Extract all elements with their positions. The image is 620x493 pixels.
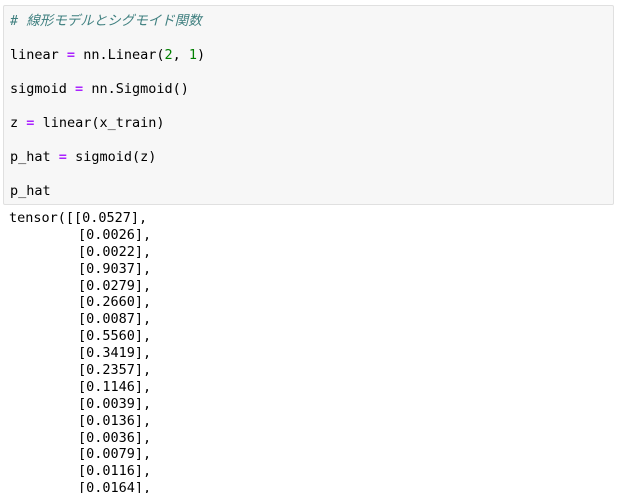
tensor-value: [0.0079], bbox=[78, 446, 152, 463]
output-line: [0.1146], bbox=[9, 379, 609, 396]
output-line: [0.2357], bbox=[9, 362, 609, 379]
tensor-value: [0.2660], bbox=[78, 294, 152, 311]
tensor-value: [0.1146], bbox=[78, 378, 152, 395]
call-sigmoid-z: sigmoid(z) bbox=[75, 149, 157, 165]
variable-p-hat: p_hat bbox=[10, 149, 51, 165]
output-line: [0.0039], bbox=[9, 396, 609, 413]
call-linear: nn.Linear( bbox=[83, 47, 165, 63]
variable-z: z bbox=[10, 115, 19, 131]
output-line: [0.9037], bbox=[9, 261, 609, 278]
tensor-value: [0.0036], bbox=[78, 429, 152, 446]
tensor-value: [0.9037], bbox=[78, 260, 152, 277]
tensor-value: [0.0279], bbox=[78, 277, 152, 294]
arg-out-features: 1 bbox=[188, 47, 198, 63]
tensor-value: [0.2357], bbox=[78, 362, 152, 379]
tensor-value: [0.0116], bbox=[78, 463, 152, 480]
code-line-linear: linear = nn.Linear(2, 1) bbox=[10, 47, 613, 64]
assign-operator: = bbox=[58, 149, 67, 165]
variable-linear: linear bbox=[10, 47, 59, 63]
code-comment: # 線形モデルとシグモイド関数 bbox=[10, 13, 613, 30]
output-line: [0.0026], bbox=[9, 227, 609, 244]
code-line-p-hat: p_hat = sigmoid(z) bbox=[10, 149, 613, 166]
output-line: [0.3419], bbox=[9, 345, 609, 362]
tensor-value: [0.0026], bbox=[78, 226, 152, 243]
expression-p-hat: p_hat bbox=[10, 183, 51, 199]
code-cell[interactable]: # 線形モデルとシグモイド関数 linear = nn.Linear(2, 1)… bbox=[3, 5, 614, 205]
output-line: [0.5560], bbox=[9, 328, 609, 345]
output-line: [0.0136], bbox=[9, 413, 609, 430]
tensor-value: [0.0136], bbox=[78, 412, 152, 429]
output-line: [0.0022], bbox=[9, 244, 609, 261]
output-line: [0.0079], bbox=[9, 446, 609, 463]
code-line-z: z = linear(x_train) bbox=[10, 115, 613, 132]
tensor-value: [0.5560], bbox=[78, 328, 152, 345]
cell-output: tensor([[0.0527], [0.0026], [0.0022], [0… bbox=[9, 210, 609, 493]
output-line-first: tensor([[0.0527], bbox=[9, 210, 609, 227]
output-line: [0.0087], bbox=[9, 311, 609, 328]
tensor-value: [0.3419], bbox=[78, 345, 152, 362]
call-sigmoid: nn.Sigmoid() bbox=[91, 81, 189, 97]
call-close: ) bbox=[197, 47, 206, 63]
tensor-value: [0.0022], bbox=[78, 243, 152, 260]
output-line: [0.0116], bbox=[9, 463, 609, 480]
notebook: # 線形モデルとシグモイド関数 linear = nn.Linear(2, 1)… bbox=[0, 0, 620, 493]
assign-operator: = bbox=[26, 115, 35, 131]
tensor-prefix: tensor([ bbox=[9, 210, 75, 226]
assign-operator: = bbox=[75, 81, 84, 97]
assign-operator: = bbox=[66, 47, 76, 63]
output-line: [0.0164], bbox=[9, 480, 609, 493]
code-line-p-hat-output: p_hat bbox=[10, 183, 613, 200]
tensor-value: [0.0087], bbox=[78, 311, 152, 328]
code-line-sigmoid: sigmoid = nn.Sigmoid() bbox=[10, 81, 613, 98]
tensor-value: [0.0039], bbox=[78, 395, 152, 412]
variable-sigmoid: sigmoid bbox=[10, 81, 67, 97]
arg-in-features: 2 bbox=[164, 47, 173, 63]
comment-text: # 線形モデルとシグモイド関数 bbox=[10, 13, 202, 29]
output-line: [0.0279], bbox=[9, 278, 609, 295]
tensor-value: [0.0527], bbox=[74, 210, 148, 226]
output-line: [0.2660], bbox=[9, 294, 609, 311]
output-line: [0.0036], bbox=[9, 430, 609, 447]
call-linear-xtrain: linear(x_train) bbox=[42, 115, 165, 131]
tensor-value: [0.0164], bbox=[78, 480, 152, 493]
arg-separator: , bbox=[172, 47, 189, 63]
